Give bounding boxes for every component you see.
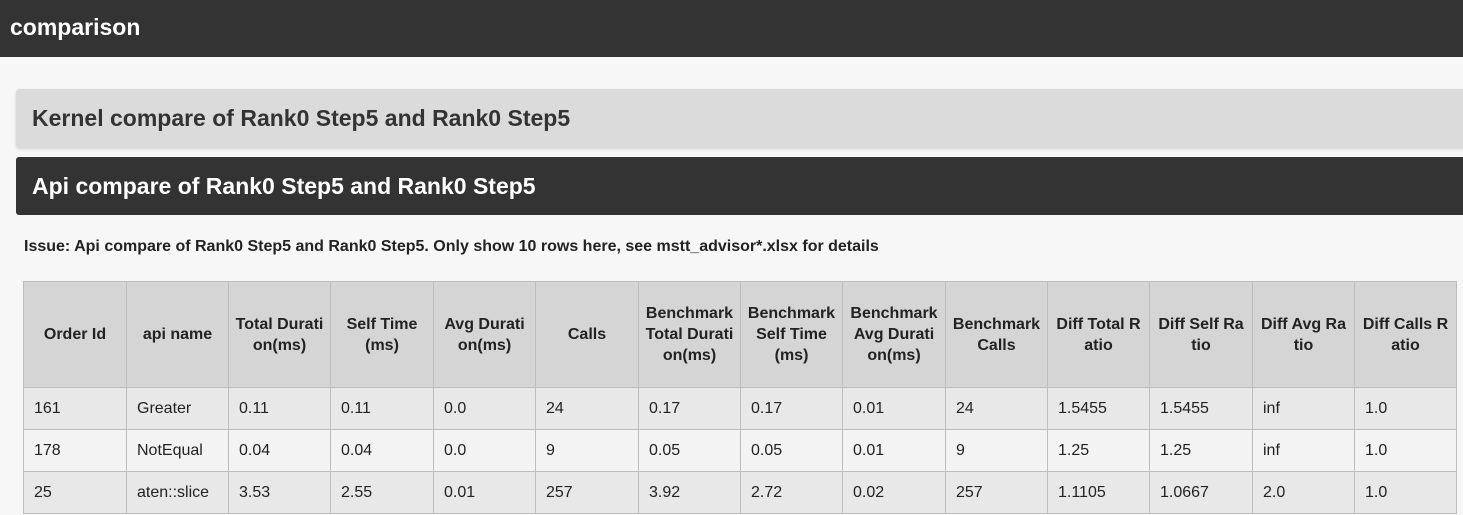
column-header: Calls (535, 281, 639, 388)
table-cell: 0.04 (330, 429, 434, 472)
table-cell: 1.0 (1354, 387, 1457, 430)
table-cell: 2.72 (740, 471, 843, 514)
table-cell: 0.11 (330, 387, 434, 430)
table-cell: 0.01 (433, 471, 536, 514)
api-compare-title: Api compare of Rank0 Step5 and Rank0 Ste… (32, 173, 536, 199)
table-cell: NotEqual (126, 429, 229, 472)
table-cell: 1.25 (1047, 429, 1150, 472)
table-cell: 9 (945, 429, 1048, 472)
column-header: Avg Duration(ms) (433, 281, 536, 388)
table-cell: 2.55 (330, 471, 434, 514)
table-cell: 1.0667 (1149, 471, 1253, 514)
table-cell: 24 (945, 387, 1048, 430)
column-header: Benchmark Calls (945, 281, 1048, 388)
table-cell: 0.01 (842, 387, 946, 430)
table-row: 178 NotEqual 0.04 0.04 0.0 9 0.05 0.05 0… (23, 429, 1457, 472)
table-row: 161 Greater 0.11 0.11 0.0 24 0.17 0.17 0… (23, 387, 1457, 430)
column-header: api name (126, 281, 229, 388)
app-header: comparison (0, 0, 1463, 57)
table-cell: 0.04 (228, 429, 331, 472)
column-header: Self Time (ms) (330, 281, 434, 388)
table-cell: 9 (535, 429, 639, 472)
table-cell: 3.53 (228, 471, 331, 514)
table-cell: inf (1252, 429, 1355, 472)
table-cell: 1.5455 (1047, 387, 1150, 430)
table-cell: 1.0 (1354, 471, 1457, 514)
table-cell: 0.01 (842, 429, 946, 472)
table-row: 25 aten::slice 3.53 2.55 0.01 257 3.92 2… (23, 471, 1457, 514)
table-cell: 0.0 (433, 429, 536, 472)
api-compare-section-header[interactable]: Api compare of Rank0 Step5 and Rank0 Ste… (16, 157, 1463, 215)
column-header: Diff Self Ratio (1149, 281, 1253, 388)
table-cell: 0.11 (228, 387, 331, 430)
column-header: Benchmark Avg Duration(ms) (842, 281, 946, 388)
column-header: Benchmark Total Duration(ms) (638, 281, 741, 388)
table-header-row: Order Id api name Total Duration(ms) Sel… (23, 281, 1457, 388)
issue-description: Issue: Api compare of Rank0 Step5 and Ra… (24, 238, 879, 255)
column-header: Diff Calls Ratio (1354, 281, 1457, 388)
column-header: Order Id (23, 281, 127, 388)
table-cell: 178 (23, 429, 127, 472)
table-cell: 25 (23, 471, 127, 514)
column-header: Total Duration(ms) (228, 281, 331, 388)
table-cell: Greater (126, 387, 229, 430)
table-cell: aten::slice (126, 471, 229, 514)
table-cell: 1.5455 (1149, 387, 1253, 430)
table-cell: 0.05 (740, 429, 843, 472)
page-title: comparison (10, 14, 141, 40)
table-cell: 1.1105 (1047, 471, 1150, 514)
table-cell: 1.0 (1354, 429, 1457, 472)
api-compare-table: Order Id api name Total Duration(ms) Sel… (23, 281, 1457, 514)
table-cell: 257 (945, 471, 1048, 514)
kernel-compare-title: Kernel compare of Rank0 Step5 and Rank0 … (32, 105, 571, 131)
table-cell: 0.17 (638, 387, 741, 430)
table-cell: 257 (535, 471, 639, 514)
table-cell: 161 (23, 387, 127, 430)
column-header: Diff Total Ratio (1047, 281, 1150, 388)
table-cell: 3.92 (638, 471, 741, 514)
table-cell: 1.25 (1149, 429, 1253, 472)
column-header: Diff Avg Ratio (1252, 281, 1355, 388)
table-cell: 0.05 (638, 429, 741, 472)
table-cell: 0.0 (433, 387, 536, 430)
column-header: Benchmark Self Time(ms) (740, 281, 843, 388)
table-cell: 24 (535, 387, 639, 430)
kernel-compare-section-header[interactable]: Kernel compare of Rank0 Step5 and Rank0 … (16, 89, 1463, 147)
table-cell: inf (1252, 387, 1355, 430)
table-cell: 2.0 (1252, 471, 1355, 514)
table-cell: 0.02 (842, 471, 946, 514)
table-cell: 0.17 (740, 387, 843, 430)
